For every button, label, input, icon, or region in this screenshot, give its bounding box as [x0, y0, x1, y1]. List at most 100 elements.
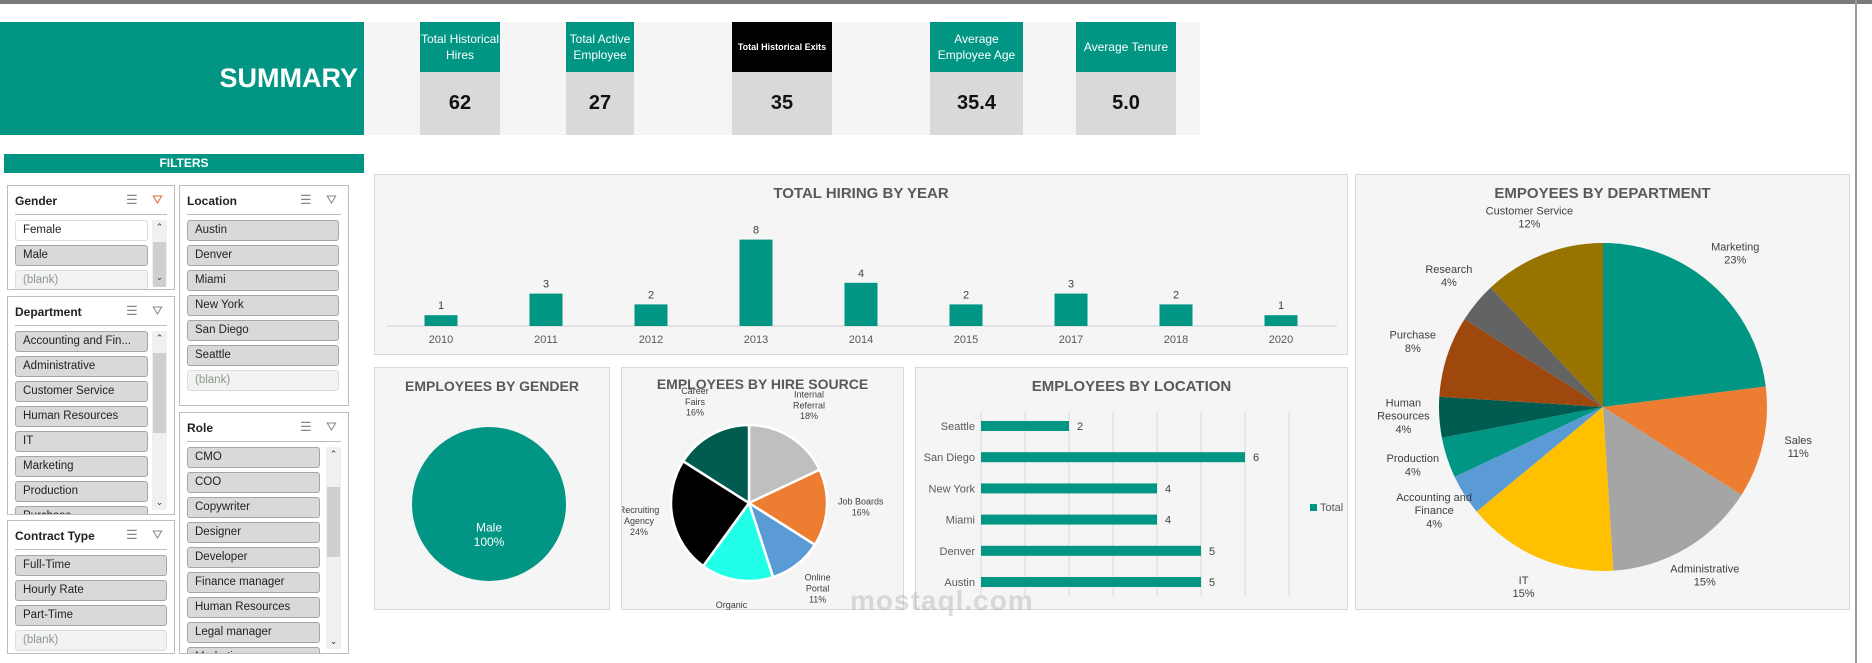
kpi-label-exits: Total Historical Exits [732, 22, 832, 72]
slicer-item[interactable]: (blank) [187, 370, 339, 391]
data-label: 2 [963, 289, 969, 301]
data-label: 4 [1165, 515, 1171, 527]
scroll-thumb[interactable] [153, 353, 166, 433]
clear-filter-icon[interactable]: ⛛ [152, 192, 163, 208]
bar [981, 421, 1069, 431]
data-label: Accounting and Finance 4% [1396, 492, 1472, 530]
data-label: 2 [648, 289, 654, 301]
y-tick-label: Miami [946, 515, 975, 527]
slicer-item[interactable]: Full-Time [15, 555, 167, 576]
slicer-item[interactable]: Customer Service [15, 381, 148, 402]
slicer-item[interactable]: CMO [187, 447, 320, 468]
data-label: Marketing 23% [1711, 241, 1759, 266]
bar [739, 239, 773, 326]
slicer-item[interactable]: Finance manager [187, 572, 320, 593]
multi-select-icon[interactable]: ☰ [300, 419, 312, 435]
slicer-role: Role ☰ ⛛ CMO COO Copywriter Designer Develop… [179, 412, 349, 654]
slicer-item[interactable]: IT [15, 431, 148, 452]
scroll-up-icon[interactable]: ⌃ [152, 222, 167, 233]
data-label: Human Resources 4% [1377, 397, 1430, 435]
scroll-down-icon[interactable]: ⌄ [152, 497, 167, 508]
slicer-item[interactable]: Marketing [187, 647, 320, 653]
slicer-item[interactable]: Seattle [187, 345, 339, 366]
slicer-item[interactable]: Male [15, 245, 148, 266]
sheet-header-bar [0, 0, 1872, 4]
slicer-item[interactable]: Production [15, 481, 148, 502]
department-chart: EMPOYEES BY DEPARTMENT Marketing 23% Sales… [1355, 174, 1850, 610]
slicer-item[interactable]: Denver [187, 245, 339, 266]
scroll-down-icon[interactable]: ⌄ [326, 636, 341, 647]
slicer-item[interactable]: COO [187, 472, 320, 493]
clear-filter-icon[interactable]: ⛛ [326, 419, 337, 435]
bar [1264, 315, 1298, 326]
pie-slice [412, 427, 566, 581]
slicer-item[interactable]: Accounting and Fin... [15, 331, 148, 352]
slicer-item[interactable]: Developer [187, 547, 320, 568]
slicer-item[interactable]: Copywriter [187, 497, 320, 518]
scroll-up-icon[interactable]: ⌃ [326, 449, 341, 460]
slicer-location: Location ☰ ⛛ Austin Denver Miami New York Sa… [179, 185, 349, 406]
location-chart: EMPLOYEES BY LOCATION Seattle 2 San Diego 6… [915, 367, 1348, 610]
data-label: Administrative 15% [1670, 564, 1739, 589]
slicer-item[interactable]: Human Resources [187, 597, 320, 618]
slicer-gender: Gender ☰ ⛛ Female Male (blank) ⌃ ⌄ [7, 185, 175, 290]
multi-select-icon[interactable]: ☰ [126, 192, 138, 208]
hiring-by-year-chart: TOTAL HIRING BY YEAR 1 2010 3 2011 2 2012 8 201… [374, 174, 1348, 355]
slicer-title: Department [15, 305, 82, 319]
slicer-item[interactable]: Designer [187, 522, 320, 543]
slicer-item[interactable]: Miami [187, 270, 339, 291]
y-tick-label: Seattle [941, 421, 975, 433]
multi-select-icon[interactable]: ☰ [126, 303, 138, 319]
data-label: Male 100% [474, 520, 505, 548]
multi-select-icon[interactable]: ☰ [126, 527, 138, 543]
slicer-item[interactable]: San Diego [187, 320, 339, 341]
slicer-department: Department ☰ ⛛ Accounting and Fin... Admi… [7, 296, 175, 515]
slicer-item[interactable]: Hourly Rate [15, 580, 167, 601]
data-label: Purchase 8% [1390, 330, 1436, 355]
slicer-item[interactable]: Administrative [15, 356, 148, 377]
y-tick-label: Denver [940, 546, 976, 558]
slicer-title: Gender [15, 194, 58, 208]
scrollbar[interactable]: ⌃ ⌄ [152, 331, 167, 510]
kpi-value-tenure: 5.0 [1076, 72, 1176, 135]
legend-swatch [1310, 504, 1317, 511]
slicer-title: Role [187, 421, 214, 435]
bar [1054, 293, 1088, 326]
data-label: 1 [438, 300, 444, 312]
divider [187, 214, 341, 215]
slicer-item[interactable]: Part-Time [15, 605, 167, 626]
scroll-down-icon[interactable]: ⌄ [152, 272, 167, 283]
slicer-item[interactable]: Human Resources [15, 406, 148, 427]
divider [187, 441, 341, 442]
scroll-up-icon[interactable]: ⌃ [152, 333, 167, 344]
clear-filter-icon[interactable]: ⛛ [326, 192, 337, 208]
data-label: Career Fairs 16% [681, 386, 709, 418]
x-tick-label: 2020 [1269, 334, 1293, 346]
bar [844, 282, 878, 326]
bar [981, 483, 1157, 494]
scrollbar[interactable]: ⌃ ⌄ [152, 220, 167, 287]
data-label: Production 4% [1386, 453, 1439, 478]
data-label: Job Boards 16% [838, 497, 884, 518]
y-tick-label: New York [929, 483, 976, 495]
scroll-thumb[interactable] [327, 487, 340, 557]
slicer-item[interactable]: Marketing [15, 456, 148, 477]
slicer-item[interactable]: Female [15, 220, 148, 241]
clear-filter-icon[interactable]: ⛛ [152, 527, 163, 543]
data-label: 2 [1077, 421, 1083, 433]
kpi-value-active: 27 [566, 72, 634, 135]
slicer-item[interactable]: (blank) [15, 630, 167, 651]
kpi-label-hires: Total Historical Hires [420, 22, 500, 72]
slicer-item[interactable]: Austin [187, 220, 339, 241]
slicer-item[interactable]: Purchase [15, 506, 148, 514]
bar [981, 545, 1201, 556]
scrollbar[interactable]: ⌃ ⌄ [326, 447, 341, 649]
multi-select-icon[interactable]: ☰ [300, 192, 312, 208]
kpi-label-active: Total Active Employee [566, 22, 634, 72]
data-label: 3 [1068, 279, 1074, 291]
x-tick-label: 2018 [1164, 334, 1188, 346]
clear-filter-icon[interactable]: ⛛ [152, 303, 163, 319]
slicer-item[interactable]: New York [187, 295, 339, 316]
slicer-item[interactable]: Legal manager [187, 622, 320, 643]
slicer-item[interactable]: (blank) [15, 270, 148, 289]
